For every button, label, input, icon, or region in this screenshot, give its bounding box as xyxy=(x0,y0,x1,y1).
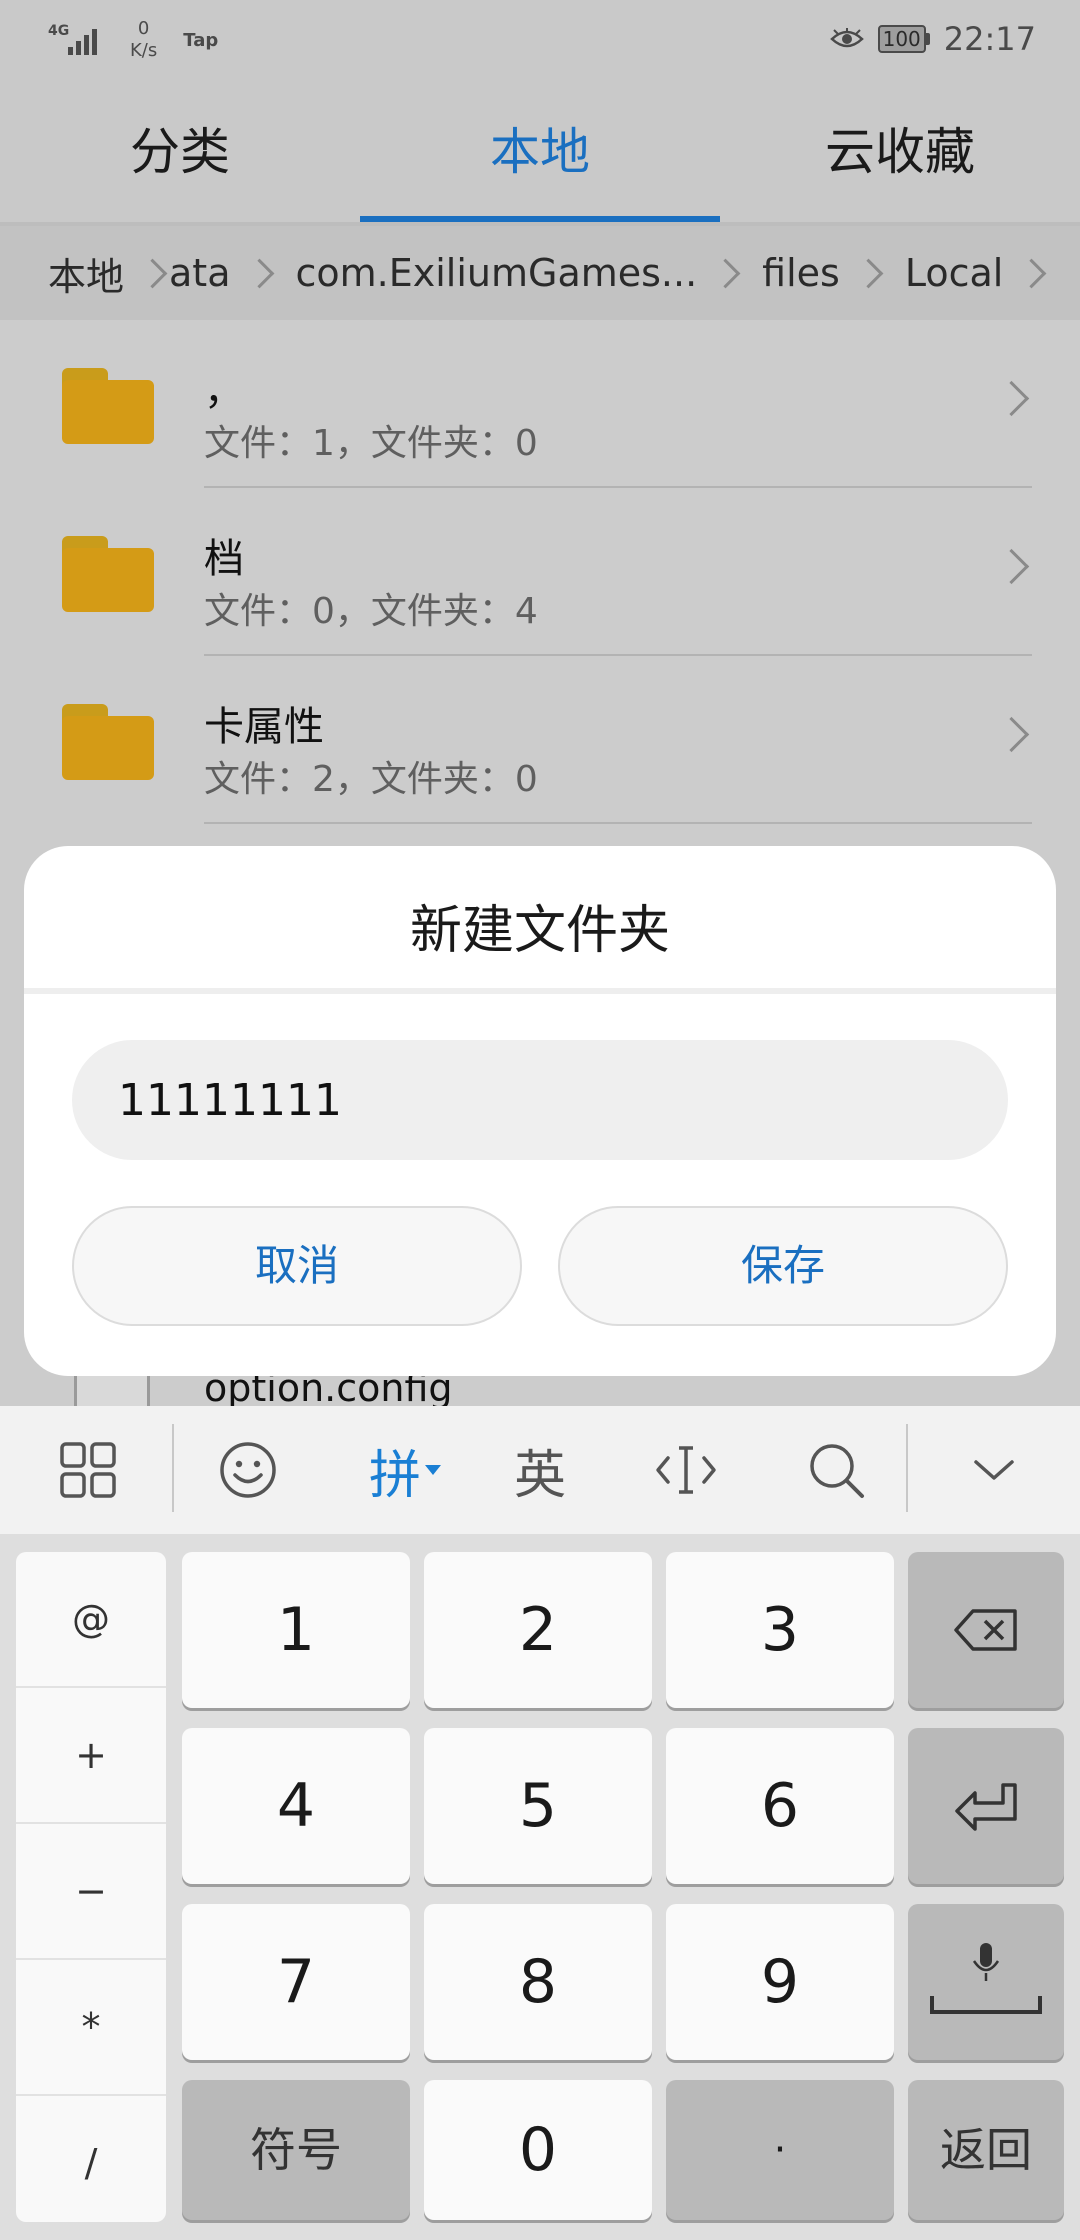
chevron-right-icon xyxy=(244,258,274,288)
dialog-title: 新建文件夹 xyxy=(409,901,670,961)
list-item[interactable]: 卡属性 文件：2，文件夹：0 xyxy=(0,656,1080,824)
folder-icon xyxy=(62,704,154,780)
english-mode-button[interactable]: 英 xyxy=(490,1406,590,1534)
chevron-right-icon xyxy=(993,380,1030,417)
symbols-key[interactable]: 符号 xyxy=(182,2080,410,2220)
collapse-keyboard-icon[interactable] xyxy=(944,1406,1044,1534)
eye-icon xyxy=(829,28,864,48)
file-name: 档 xyxy=(204,536,244,582)
file-meta: 文件：2，文件夹：0 xyxy=(204,759,538,800)
chevron-right-icon xyxy=(1016,258,1047,288)
file-name: 卡属性 xyxy=(204,704,324,750)
chevron-right-icon xyxy=(137,258,168,288)
document-icon xyxy=(74,1370,150,1410)
chevron-right-icon xyxy=(710,258,741,288)
numeric-keyboard: @ + − * / 1 2 3 4 5 6 7 8 9 符号 0 · 返回 xyxy=(0,1534,1080,2240)
pinyin-label: 拼 xyxy=(368,1445,421,1506)
key-1[interactable]: 1 xyxy=(182,1552,410,1708)
key-plus[interactable]: + xyxy=(16,1688,166,1824)
key-6[interactable]: 6 xyxy=(666,1728,894,1884)
key-minus[interactable]: − xyxy=(16,1824,166,1960)
enter-key[interactable] xyxy=(908,1728,1064,1884)
breadcrumb-item[interactable]: com.ExiliumGames... xyxy=(296,251,698,295)
key-2[interactable]: 2 xyxy=(424,1552,652,1708)
grid-icon[interactable] xyxy=(40,1406,136,1534)
key-3[interactable]: 3 xyxy=(666,1552,894,1708)
voice-space-key[interactable] xyxy=(908,1904,1064,2060)
status-left: 4G 0 K/s Tap xyxy=(48,18,218,62)
chevron-right-icon xyxy=(993,716,1030,753)
space-bar-icon xyxy=(930,1996,1042,2014)
save-button[interactable]: 保存 xyxy=(558,1206,1008,1326)
file-name: option.config xyxy=(204,1370,453,1410)
key-7[interactable]: 7 xyxy=(182,1904,410,2060)
speed-value: 0 xyxy=(137,18,150,39)
divider xyxy=(24,988,1056,994)
chevron-right-icon xyxy=(993,548,1030,585)
network-speed: 0 K/s xyxy=(130,18,157,62)
dot-key[interactable]: · xyxy=(666,2080,894,2220)
cancel-button[interactable]: 取消 xyxy=(72,1206,522,1326)
pinyin-mode-button[interactable]: 拼 xyxy=(350,1406,460,1534)
file-meta: 文件：0，文件夹：4 xyxy=(204,591,538,632)
chevron-right-icon xyxy=(853,258,884,288)
symbol-column: @ + − * / xyxy=(16,1552,166,2222)
folder-icon xyxy=(62,368,154,444)
battery-icon: 100 xyxy=(877,25,930,53)
tab-local[interactable]: 本地 xyxy=(360,82,720,222)
top-tabs: 分类 本地 云收藏 xyxy=(0,82,1080,222)
status-right: 100 22:17 xyxy=(829,20,1036,58)
new-folder-dialog: 新建文件夹 取消 保存 xyxy=(24,846,1056,1376)
breadcrumb-item[interactable]: ata xyxy=(169,251,230,295)
list-item[interactable]: ， 文件：1，文件夹：0 xyxy=(0,320,1080,488)
list-item[interactable]: 档 文件：0，文件夹：4 xyxy=(0,488,1080,656)
microphone-icon xyxy=(972,1943,1000,1982)
clock: 22:17 xyxy=(943,20,1036,58)
breadcrumb-item[interactable]: 本地 xyxy=(48,246,124,301)
caret-down-icon xyxy=(425,1465,441,1475)
key-5[interactable]: 5 xyxy=(424,1728,652,1884)
file-meta: 文件：1，文件夹：0 xyxy=(204,423,538,464)
key-8[interactable]: 8 xyxy=(424,1904,652,2060)
toolbar-divider xyxy=(906,1424,908,1512)
key-at[interactable]: @ xyxy=(16,1552,166,1688)
status-bar: 4G 0 K/s Tap 100 22:17 xyxy=(0,0,1080,82)
emoji-icon[interactable] xyxy=(200,1406,296,1534)
folder-name-input[interactable] xyxy=(72,1040,1008,1160)
divider xyxy=(204,822,1032,824)
english-label: 英 xyxy=(513,1445,566,1506)
file-name: ， xyxy=(204,368,244,414)
app-badge: Tap xyxy=(183,29,219,51)
key-4[interactable]: 4 xyxy=(182,1728,410,1884)
breadcrumb-item[interactable]: Local xyxy=(905,251,1004,295)
enter-icon xyxy=(955,1783,1017,1831)
list-item[interactable]: option.config xyxy=(0,1370,1080,1410)
key-0[interactable]: 0 xyxy=(424,2080,652,2220)
network-label: 4G xyxy=(48,23,70,39)
tab-cloud-favorites[interactable]: 云收藏 xyxy=(720,82,1080,222)
file-list: ， 文件：1，文件夹：0 档 文件：0，文件夹：4 卡属性 文件：2，文件夹：0 xyxy=(0,320,1080,824)
folder-icon xyxy=(62,536,154,612)
tab-category[interactable]: 分类 xyxy=(0,82,360,222)
breadcrumb-item[interactable]: files xyxy=(762,251,840,295)
signal-icon: 4G xyxy=(48,19,104,61)
keyboard-toolbar: 拼 英 xyxy=(0,1406,1080,1534)
battery-level: 100 xyxy=(877,25,926,53)
backspace-key[interactable] xyxy=(908,1552,1064,1708)
toolbar-divider xyxy=(172,1424,174,1512)
key-asterisk[interactable]: * xyxy=(16,1960,166,2096)
breadcrumb: 本地 ata com.ExiliumGames... files Local xyxy=(0,226,1080,320)
backspace-icon xyxy=(954,1609,1017,1651)
key-9[interactable]: 9 xyxy=(666,1904,894,2060)
speed-unit: K/s xyxy=(130,40,158,61)
return-key[interactable]: 返回 xyxy=(908,2080,1064,2220)
key-slash[interactable]: / xyxy=(16,2096,166,2222)
cursor-icon[interactable] xyxy=(636,1406,736,1534)
search-icon[interactable] xyxy=(786,1406,886,1534)
